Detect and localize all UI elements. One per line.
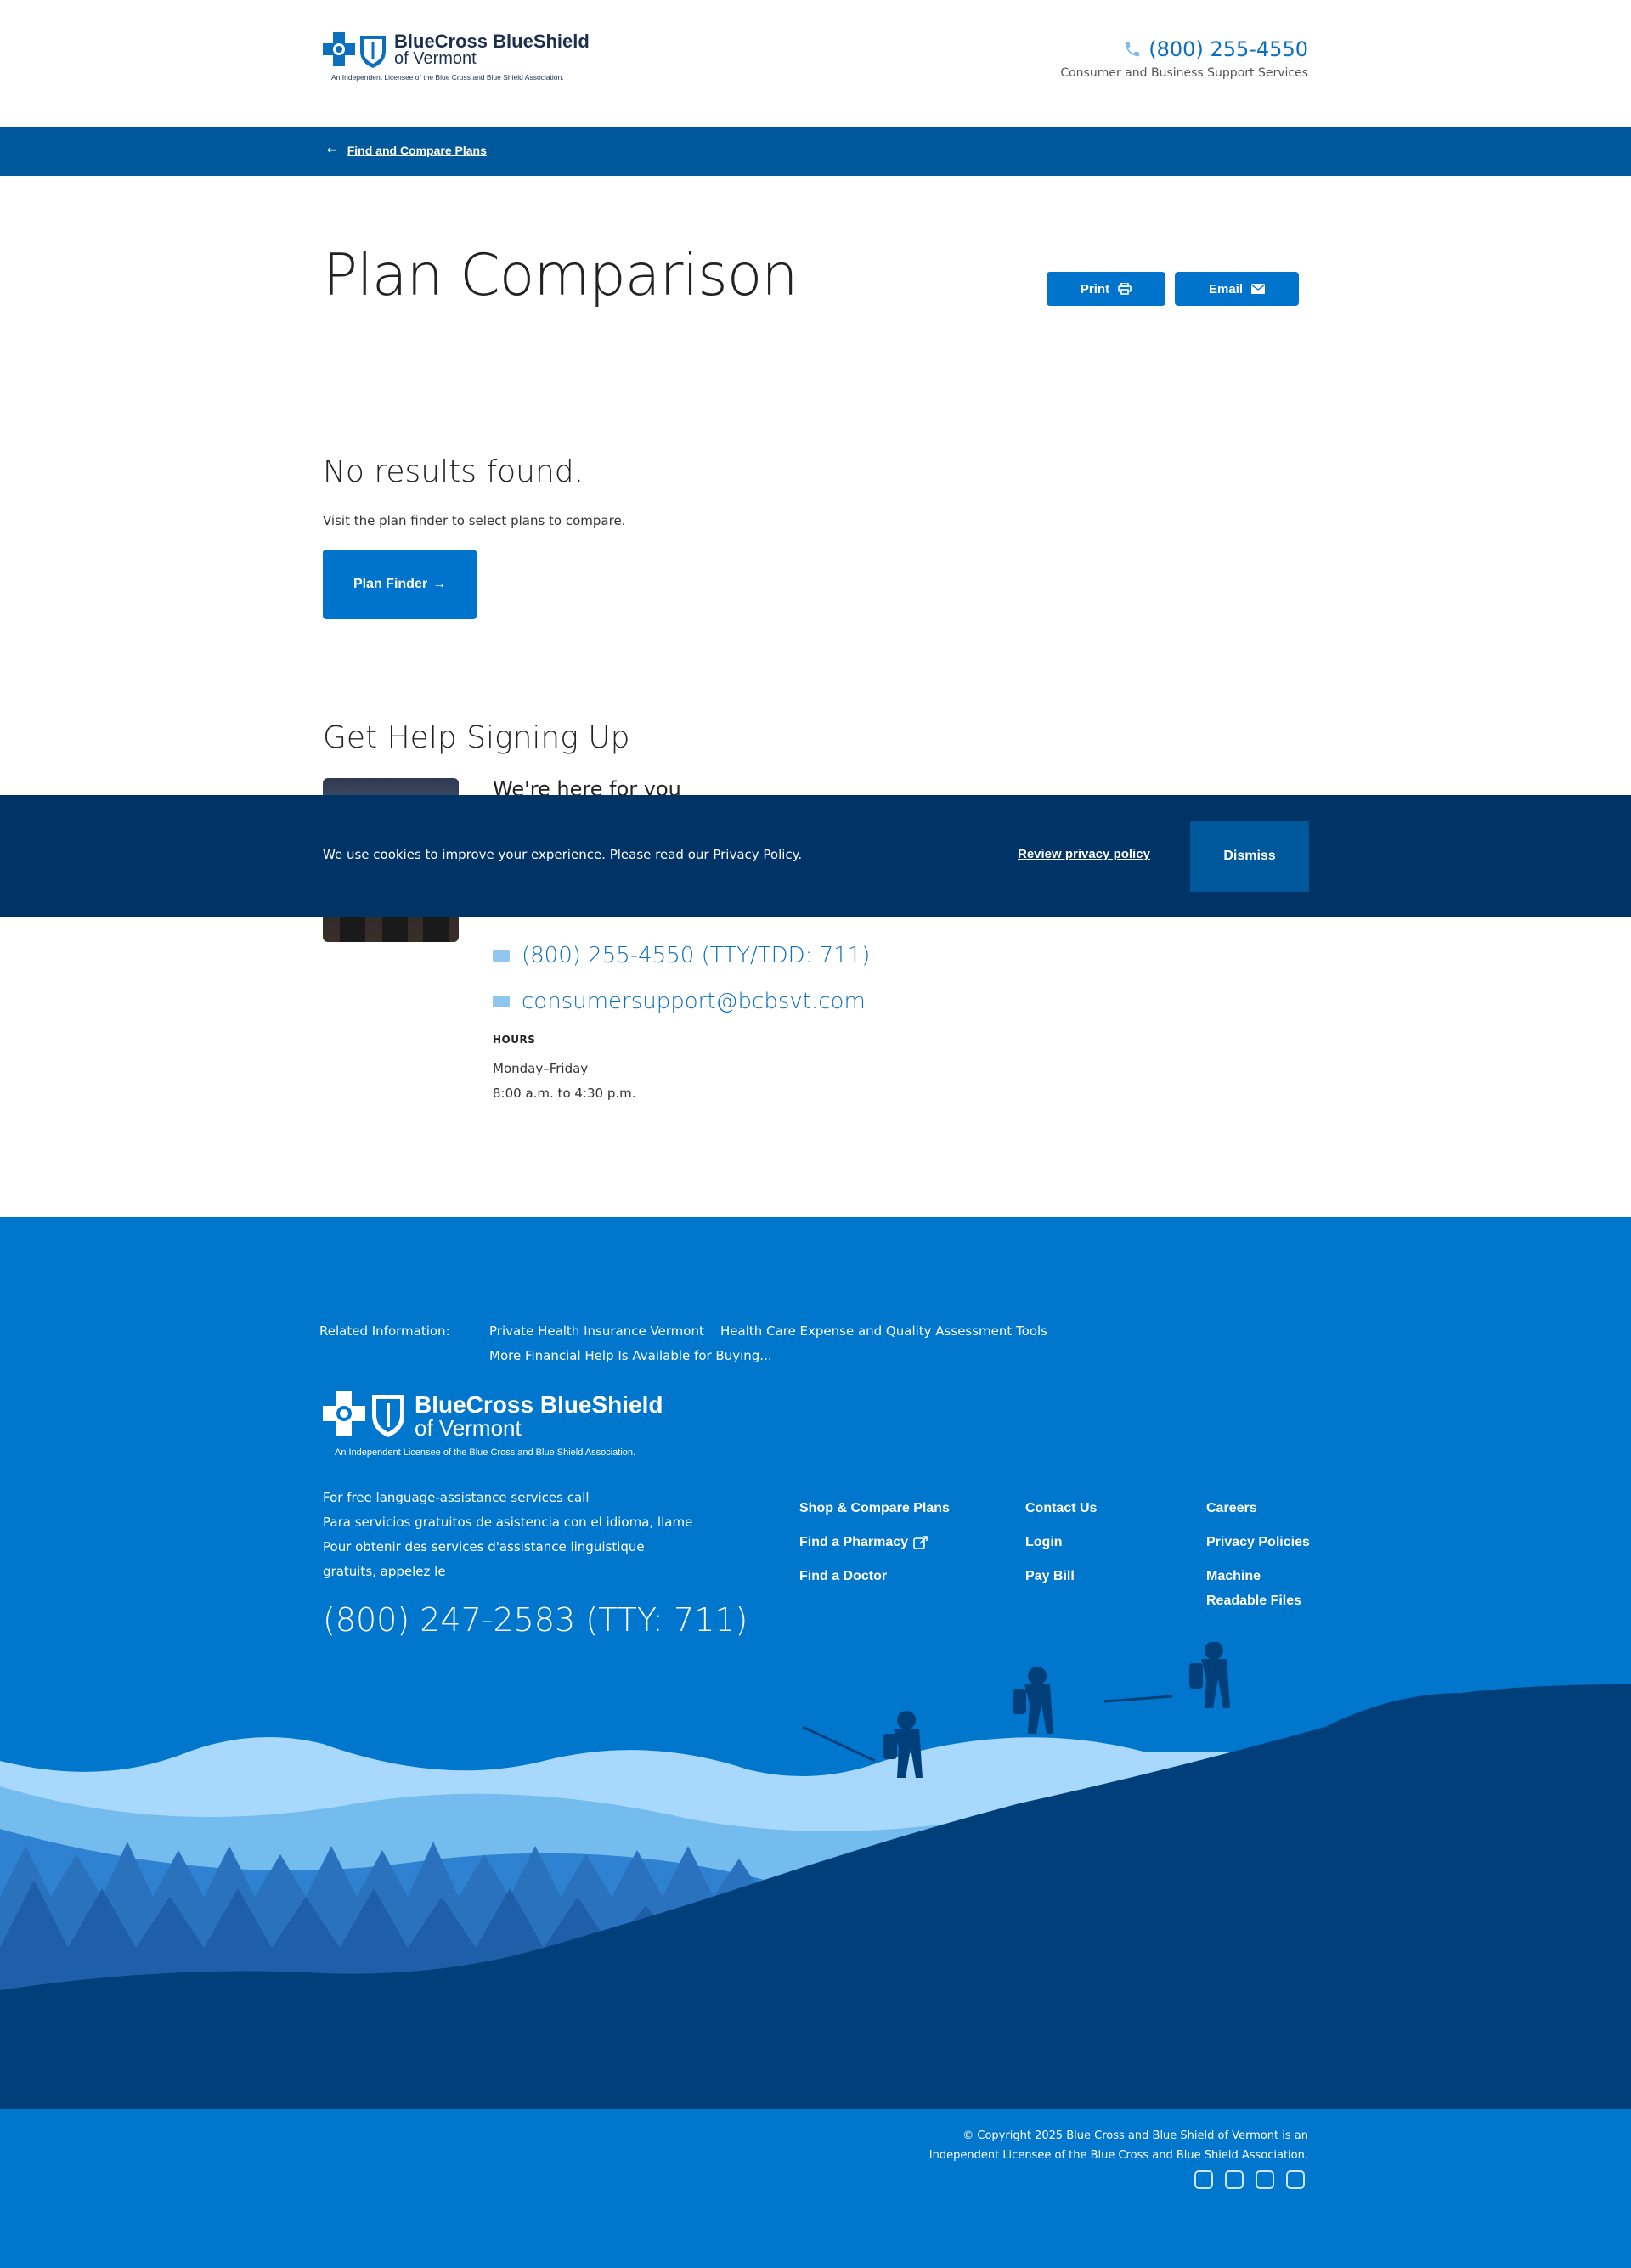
language-assistance: For free language-assistance services ca…	[323, 1486, 697, 1584]
youtube-icon[interactable]	[1286, 2170, 1305, 2189]
language-line: gratuits, appelez le	[323, 1564, 446, 1579]
help-phone-link[interactable]: (800) 255-4550 (TTY/TDD: 711)	[493, 943, 870, 968]
phone-icon	[1126, 42, 1140, 57]
site-header: BlueCross BlueShield of Vermont An Indep…	[0, 0, 1631, 127]
cookie-banner: We use cookies to improve your experienc…	[0, 795, 1631, 917]
related-link[interactable]: Health Care Expense and Quality Assessme…	[720, 1323, 1047, 1339]
language-line: For free language-assistance services ca…	[323, 1490, 590, 1505]
bcbs-logo-mark	[323, 32, 386, 68]
arrow-left-icon: ←	[327, 144, 337, 157]
footer-link-label: Readable Files	[1206, 1594, 1302, 1608]
copyright-line: © Copyright 2025 Blue Cross and Blue Shi…	[962, 2130, 1308, 2142]
language-line: Pour obtenir des services d'assistance l…	[323, 1539, 645, 1554]
footer-link-pay-bill[interactable]: Pay Bill	[1025, 1564, 1075, 1588]
envelope-icon	[493, 996, 510, 1007]
back-link-label: Find and Compare Plans	[347, 144, 487, 157]
bcbs-logo[interactable]: BlueCross BlueShield of Vermont An Indep…	[323, 31, 595, 85]
external-link-icon	[913, 1535, 928, 1549]
help-phone-number: (800) 255-4550 (TTY/TDD: 711)	[522, 943, 871, 968]
plan-finder-label: Plan Finder	[353, 577, 428, 591]
related-info-label: Related Information:	[319, 1323, 450, 1339]
footer-link-careers[interactable]: Careers	[1206, 1496, 1257, 1520]
print-button[interactable]: Print	[1047, 272, 1165, 306]
hours-label: HOURS	[493, 1034, 536, 1046]
footer-link-shop-compare[interactable]: Shop & Compare Plans	[799, 1496, 950, 1520]
hours-days: Monday–Friday	[493, 1061, 589, 1076]
review-privacy-policy-link[interactable]: Review privacy policy	[1018, 847, 1150, 861]
help-section-title: Get Help Signing Up	[323, 720, 630, 755]
page-title: Plan Comparison	[323, 242, 798, 309]
header-phone-number: (800) 255-4550	[1148, 37, 1308, 61]
email-button[interactable]: Email	[1175, 272, 1299, 306]
instagram-icon[interactable]	[1194, 2170, 1213, 2189]
footer-link-machine-readable[interactable]: Machine Readable Files	[1206, 1564, 1301, 1613]
related-link[interactable]: More Financial Help Is Available for Buy…	[489, 1348, 772, 1363]
back-to-find-plans-link[interactable]: ← Find and Compare Plans	[327, 144, 487, 157]
header-phone-link[interactable]: (800) 255-4550	[1060, 37, 1308, 61]
print-button-label: Print	[1080, 281, 1110, 296]
linkedin-icon[interactable]	[1256, 2170, 1274, 2189]
footer-link-contact-us[interactable]: Contact Us	[1025, 1496, 1097, 1520]
footer-link-find-pharmacy[interactable]: Find a Pharmacy	[799, 1530, 928, 1554]
help-email-link[interactable]: consumersupport@bcbsvt.com	[493, 989, 866, 1014]
footer-link-label: Find a Pharmacy	[799, 1535, 909, 1549]
hikers-landscape-illustration	[0, 1642, 1631, 2109]
envelope-icon	[493, 950, 510, 962]
cookie-message: We use cookies to improve your experienc…	[323, 847, 803, 862]
plan-finder-button[interactable]: Plan Finder →	[323, 550, 477, 619]
no-results-heading: No results found.	[323, 454, 584, 489]
logo-brand-line2: of Vermont	[394, 49, 477, 68]
breadcrumb-bar: ← Find and Compare Plans	[0, 127, 1631, 176]
footer-bcbs-logo[interactable]: BlueCross BlueShield of Vermont An Indep…	[323, 1391, 680, 1459]
hours-time: 8:00 a.m. to 4:30 p.m.	[493, 1086, 636, 1101]
footer-link-label: Machine	[1206, 1569, 1261, 1583]
printer-icon	[1118, 283, 1132, 295]
email-button-label: Email	[1208, 281, 1244, 296]
header-phone-subtitle: Consumer and Business Support Services	[1060, 66, 1308, 80]
language-line: Para servicios gratuitos de asistencia c…	[323, 1515, 693, 1530]
social-links	[1194, 2170, 1305, 2189]
no-results-subtext: Visit the plan finder to select plans to…	[323, 513, 626, 528]
help-email-address: consumersupport@bcbsvt.com	[522, 989, 866, 1014]
dismiss-cookie-button[interactable]: Dismiss	[1190, 821, 1309, 892]
footer-logo-licensee: An Independent Licensee of the Blue Cros…	[335, 1447, 636, 1458]
language-assistance-phone[interactable]: (800) 247-2583 (TTY: 711)	[323, 1601, 748, 1639]
footer-link-privacy-policies[interactable]: Privacy Policies	[1206, 1530, 1310, 1554]
bcbs-logo-mark	[323, 1391, 404, 1437]
footer-logo-brand-line2: of Vermont	[415, 1415, 522, 1441]
copyright-line: Independent Licensee of the Blue Cross a…	[928, 2149, 1308, 2162]
site-footer: Related Information: Private Health Insu…	[0, 1217, 1631, 2268]
header-phone-block: (800) 255-4550 Consumer and Business Sup…	[1060, 37, 1308, 80]
copyright-notice: © Copyright 2025 Blue Cross and Blue Shi…	[929, 2126, 1308, 2165]
logo-licensee-text: An Independent Licensee of the Blue Cros…	[331, 73, 564, 82]
facebook-icon[interactable]	[1225, 2170, 1244, 2189]
footer-link-login[interactable]: Login	[1025, 1530, 1063, 1554]
envelope-icon	[1251, 284, 1266, 294]
footer-link-find-doctor[interactable]: Find a Doctor	[799, 1564, 887, 1588]
arrow-right-icon: →	[432, 577, 447, 591]
related-link[interactable]: Private Health Insurance Vermont	[489, 1323, 704, 1339]
